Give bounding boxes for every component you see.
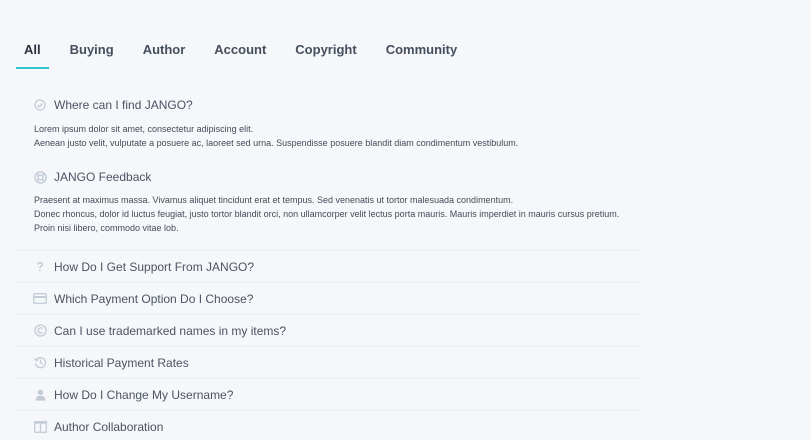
copyright-icon — [33, 324, 47, 338]
faq-item: JANGO Feedback Praesent at maximus massa… — [16, 162, 640, 251]
faq-answer-line: Donec rhoncus, dolor id luctus feugiat, … — [34, 209, 620, 233]
faq-question: Which Payment Option Do I Choose? — [54, 291, 254, 306]
faq-answer-line: Praesent at maximus massa. Vivamus aliqu… — [34, 195, 514, 205]
faq-question: Historical Payment Rates — [54, 355, 189, 370]
faq-list: Where can I find JANGO? Lorem ipsum dolo… — [16, 90, 640, 440]
faq-answer-line: Aenean justo velit, vulputate a posuere … — [34, 138, 519, 148]
tab-buying[interactable]: Buying — [70, 40, 114, 69]
faq-answer: Lorem ipsum dolor sit amet, consectetur … — [16, 120, 640, 162]
columns-icon — [33, 420, 47, 434]
faq-item: Historical Payment Rates — [16, 347, 640, 379]
faq-question-header[interactable]: Which Payment Option Do I Choose? — [16, 283, 640, 314]
faq-question: How Do I Change My Username? — [54, 387, 234, 402]
faq-answer: Praesent at maximus massa. Vivamus aliqu… — [16, 192, 640, 247]
tab-all[interactable]: All — [16, 40, 49, 69]
faq-item: Where can I find JANGO? Lorem ipsum dolo… — [16, 90, 640, 162]
question-icon — [33, 260, 47, 274]
faq-answer-line: Lorem ipsum dolor sit amet, consectetur … — [34, 124, 254, 134]
check-circle-icon — [33, 98, 47, 112]
faq-page: All Buying Author Account Copyright Comm… — [0, 0, 811, 440]
faq-question: Can I use trademarked names in my items? — [54, 323, 287, 338]
faq-question: How Do I Get Support From JANGO? — [54, 259, 255, 274]
faq-question: Author Collaboration — [54, 419, 164, 434]
faq-item: Author Collaboration — [16, 411, 640, 440]
faq-question-header[interactable]: Author Collaboration — [16, 411, 640, 440]
faq-item: Which Payment Option Do I Choose? — [16, 283, 640, 315]
faq-question-header[interactable]: How Do I Get Support From JANGO? — [16, 251, 640, 282]
user-icon — [33, 388, 47, 402]
faq-question: Where can I find JANGO? — [54, 98, 193, 112]
credit-card-icon — [33, 292, 47, 306]
lifebuoy-icon — [33, 170, 47, 184]
faq-question-header[interactable]: How Do I Change My Username? — [16, 379, 640, 410]
faq-question-header[interactable]: Where can I find JANGO? — [16, 90, 640, 120]
faq-item: How Do I Change My Username? — [16, 379, 640, 411]
faq-question-header[interactable]: JANGO Feedback — [16, 162, 640, 192]
tab-author[interactable]: Author — [143, 40, 186, 69]
tab-community[interactable]: Community — [386, 40, 458, 69]
category-tabs: All Buying Author Account Copyright Comm… — [16, 40, 486, 69]
tab-copyright[interactable]: Copyright — [295, 40, 356, 69]
tab-account[interactable]: Account — [214, 40, 266, 69]
faq-item: Can I use trademarked names in my items? — [16, 315, 640, 347]
faq-item: How Do I Get Support From JANGO? — [16, 251, 640, 283]
faq-question: JANGO Feedback — [54, 170, 152, 184]
faq-question-header[interactable]: Historical Payment Rates — [16, 347, 640, 378]
history-icon — [33, 356, 47, 370]
faq-question-header[interactable]: Can I use trademarked names in my items? — [16, 315, 640, 346]
